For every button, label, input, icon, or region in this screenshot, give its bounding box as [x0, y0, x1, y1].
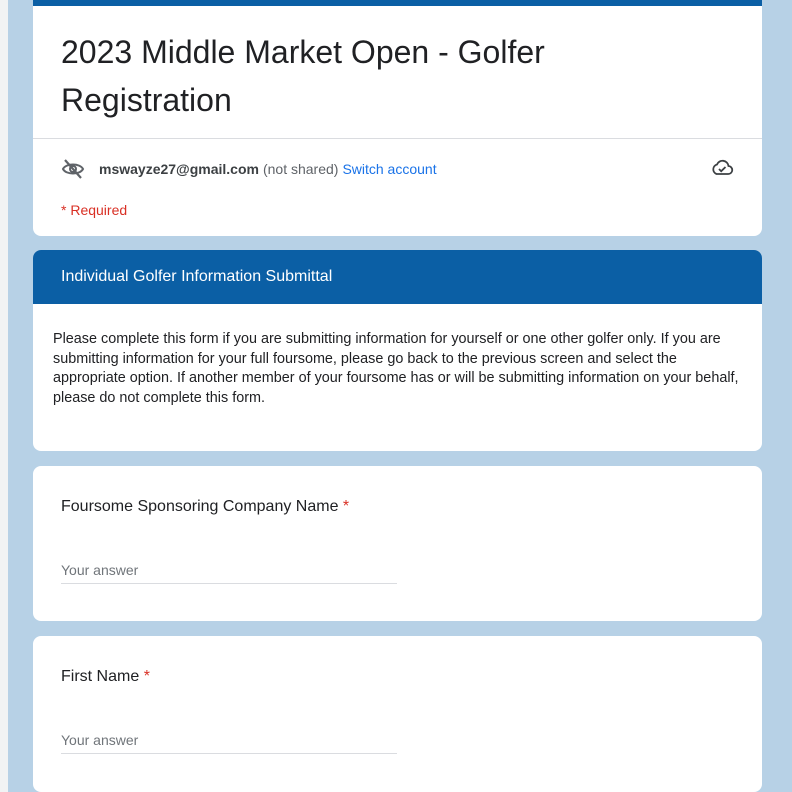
- not-shared-label: (not shared): [262, 161, 339, 177]
- section-card: Individual Golfer Information Submittal …: [33, 250, 762, 451]
- section-title: Individual Golfer Information Submittal: [33, 250, 762, 304]
- section-description: Please complete this form if you are sub…: [53, 331, 739, 406]
- first-name-input[interactable]: [61, 726, 397, 754]
- required-asterisk: *: [143, 668, 150, 685]
- page-left-edge: [0, 0, 8, 792]
- company-name-input[interactable]: [61, 556, 397, 584]
- question-card-first-name: First Name *: [33, 636, 762, 792]
- question-label: Foursome Sponsoring Company Name *: [61, 498, 349, 516]
- question-label: First Name *: [61, 668, 150, 686]
- account-email: mswayze27@gmail.com: [99, 161, 259, 177]
- question-card-company: Foursome Sponsoring Company Name *: [33, 466, 762, 621]
- question-label-text: First Name: [61, 668, 140, 685]
- header-divider: [33, 138, 762, 139]
- cloud-check-icon: [710, 156, 734, 180]
- form-title: 2023 Middle Market Open - Golfer Registr…: [61, 34, 545, 118]
- eye-off-icon: [61, 158, 85, 180]
- form-header-card: 2023 Middle Market Open - Golfer Registr…: [33, 0, 762, 236]
- required-asterisk: *: [342, 498, 350, 515]
- account-row: mswayze27@gmail.com (not shared) Switch …: [61, 158, 437, 180]
- switch-account-link[interactable]: Switch account: [342, 161, 436, 177]
- question-label-text: Foursome Sponsoring Company Name: [61, 498, 339, 515]
- required-note: * Required: [61, 202, 128, 218]
